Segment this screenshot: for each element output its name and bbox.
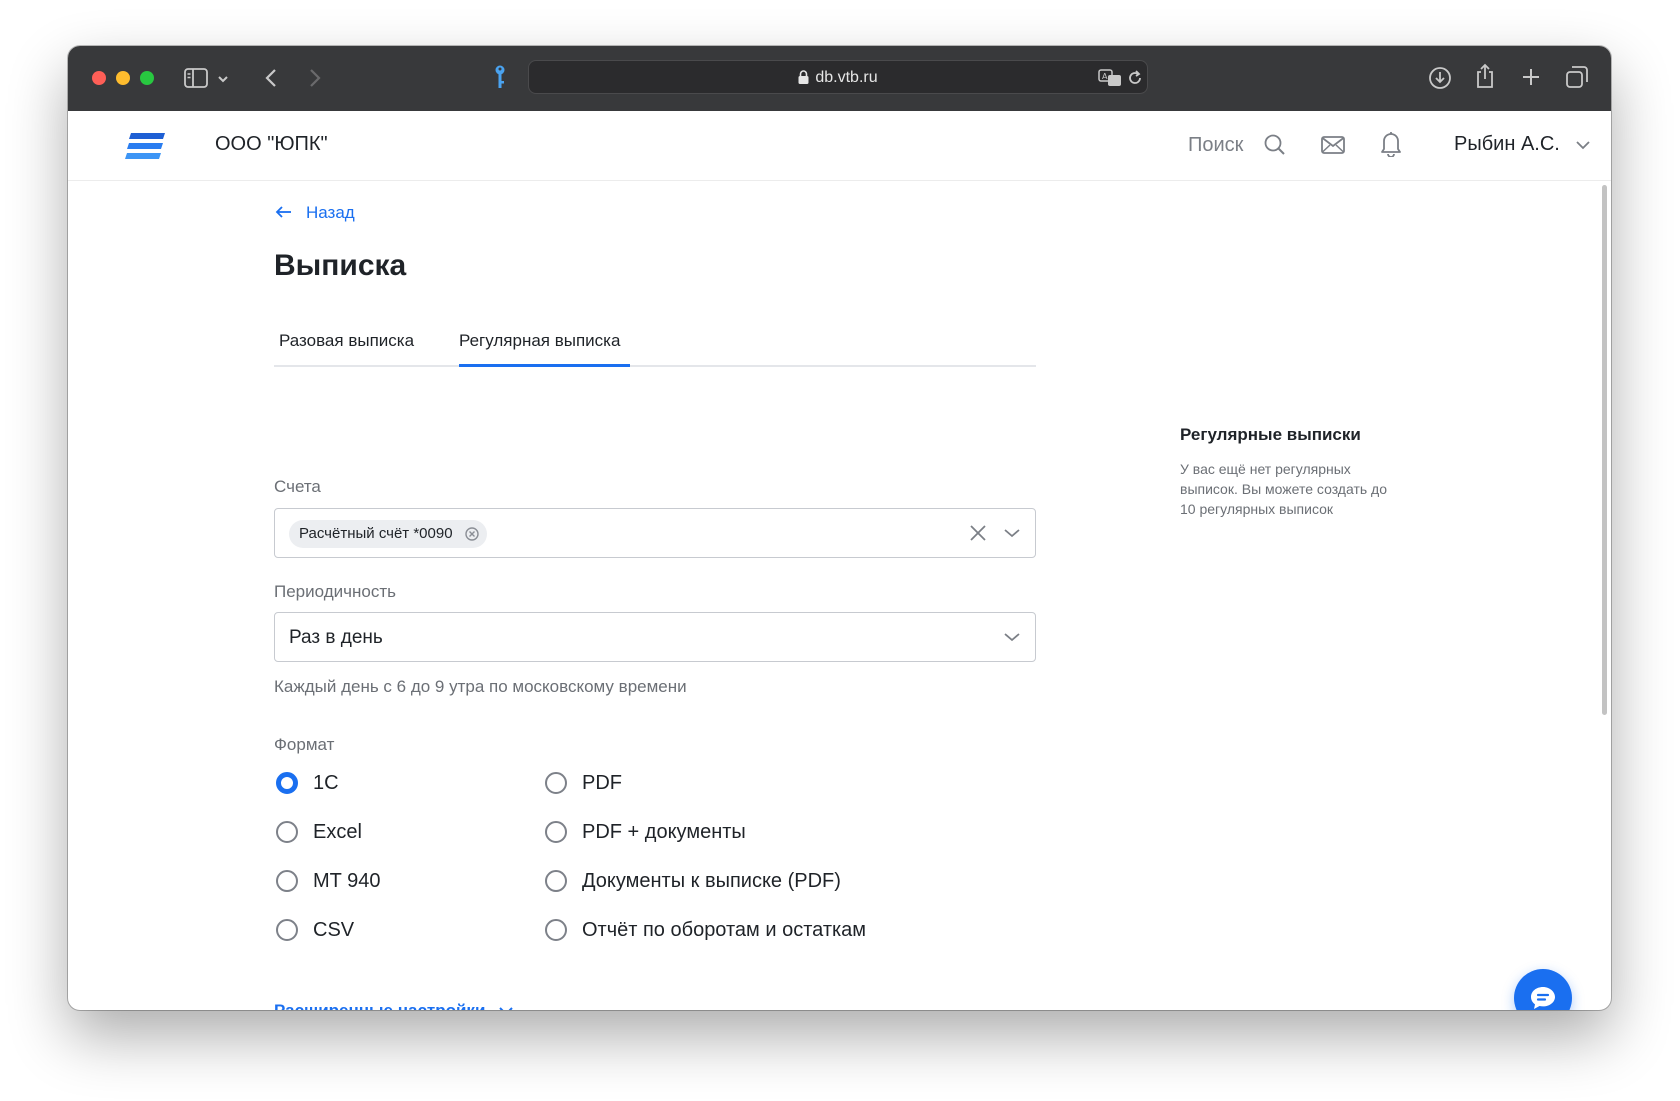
tab-one-time-statement[interactable]: Разовая выписка [279,331,414,351]
format-label: Формат [274,735,335,754]
search-icon[interactable] [1264,134,1286,156]
share-icon[interactable] [1475,63,1495,89]
chevron-down-icon[interactable] [217,75,229,83]
account-chip-label: Расчётный счёт *0090 [299,525,453,542]
back-arrow-icon[interactable] [275,205,293,219]
statement-tabs: Разовая выписка Регулярная выписка [274,315,1036,367]
chevron-down-icon[interactable] [498,1006,514,1010]
new-tab-icon[interactable] [1521,67,1541,87]
reload-icon[interactable] [1126,69,1144,87]
company-name[interactable]: ООО "ЮПК" [215,133,328,156]
regular-statements-title: Регулярные выписки [1180,425,1361,444]
download-icon[interactable] [1428,66,1452,90]
chevron-down-icon[interactable] [1003,632,1021,642]
radio-label: PDF [582,772,622,794]
close-window-button[interactable] [92,71,106,85]
radio-circle[interactable] [276,870,298,892]
svg-text:A: A [1102,72,1108,81]
radio-circle[interactable] [276,821,298,843]
periodicity-hint: Каждый день с 6 до 9 утра по московскому… [274,677,687,696]
clear-selection-icon[interactable] [969,524,987,542]
app-header: ООО "ЮПК" Поиск Рыбин А.С. [68,111,1611,181]
back-link[interactable]: Назад [306,203,355,223]
vtb-logo-icon[interactable] [125,133,165,159]
remove-chip-icon[interactable] [464,527,479,541]
active-tab-indicator [459,364,630,367]
chevron-down-icon[interactable] [1003,528,1021,538]
search-label[interactable]: Поиск [1188,134,1243,157]
tab-overview-icon[interactable] [1566,66,1588,88]
zoom-window-button[interactable] [140,71,154,85]
notifications-bell-icon[interactable] [1380,131,1402,157]
periodicity-select[interactable]: Раз в день [274,612,1036,662]
mail-icon[interactable] [1321,136,1345,154]
address-bar[interactable]: db.vtb.ru A [528,60,1148,94]
radio-circle[interactable] [276,919,298,941]
minimize-window-button[interactable] [116,71,130,85]
radio-label: Отчёт по оборотам и остаткам [582,919,867,941]
periodicity-label: Периодичность [274,582,396,601]
lock-icon [798,70,809,84]
radio-circle[interactable] [276,772,298,794]
back-nav-icon[interactable] [264,68,278,88]
main-content: Назад Выписка Разовая выписка Регулярная… [68,181,1611,1010]
radio-label: 1C [313,772,339,794]
accounts-select[interactable]: Расчётный счёт *0090 [274,508,1036,558]
radio-label: PDF + документы [582,821,746,843]
chat-icon [1531,987,1555,1009]
translate-icon[interactable]: A [1098,69,1122,87]
periodicity-value: Раз в день [289,627,383,648]
radio-circle[interactable] [545,870,567,892]
advanced-settings-link[interactable]: Расширенные настройки [274,1001,485,1010]
user-menu-chevron-icon[interactable] [1575,140,1591,150]
radio-label: CSV [313,919,355,941]
radio-label: Документы к выписке (PDF) [582,870,841,892]
password-key-icon[interactable] [493,64,507,90]
accounts-label: Счета [274,477,321,496]
regular-statements-info: У вас ещё нет регулярных выписок. Вы мож… [1180,461,1388,517]
radio-label: MT 940 [313,870,381,892]
page-title: Выписка [274,249,407,282]
radio-circle[interactable] [545,821,567,843]
address-url: db.vtb.ru [815,69,878,86]
radio-label: Excel [313,821,362,843]
radio-circle[interactable] [545,772,567,794]
browser-window: db.vtb.ru A ООО "ЮПК" Поиск Рыбин А.С. Н… [68,46,1611,1010]
radio-circle[interactable] [545,919,567,941]
forward-nav-icon[interactable] [308,68,322,88]
account-chip: Расчётный счёт *0090 [289,520,487,548]
tab-regular-statement[interactable]: Регулярная выписка [459,331,620,351]
user-name[interactable]: Рыбин А.С. [1454,133,1560,156]
sidebar-toggle-icon[interactable] [184,68,208,88]
browser-toolbar: db.vtb.ru A [68,46,1611,112]
chat-button[interactable] [1514,969,1572,1010]
scrollbar[interactable] [1602,185,1607,715]
